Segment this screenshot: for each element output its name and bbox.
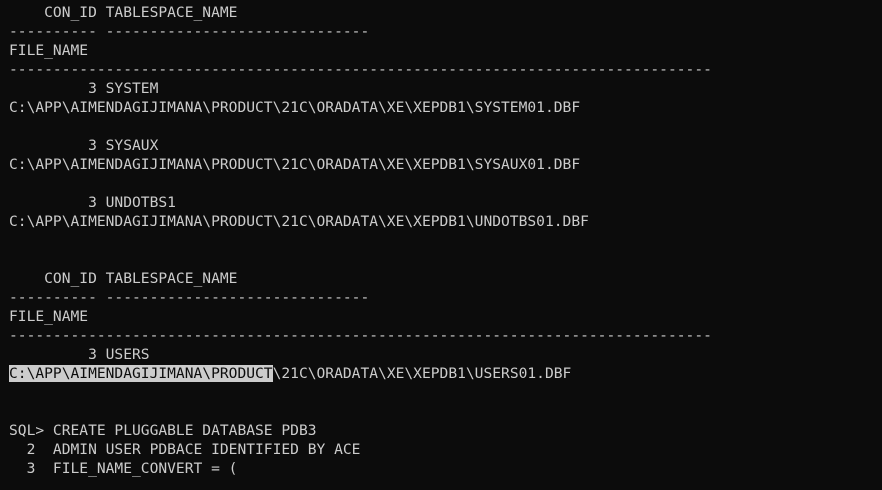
terminal-output[interactable]: CON_ID TABLESPACE_NAME ---------- ------… bbox=[0, 0, 882, 490]
column-header-con-id-tablespace: CON_ID TABLESPACE_NAME bbox=[9, 270, 238, 287]
sql-continuation-line: 2 ADMIN USER PDBACE IDENTIFIED BY ACE bbox=[9, 441, 361, 458]
file-name-remainder: \21C\ORADATA\XE\XEPDB1\USERS01.DBF bbox=[272, 365, 572, 382]
column-header-con-id-tablespace: CON_ID TABLESPACE_NAME bbox=[9, 4, 238, 21]
result-row-tablespace: 3 UNDOTBS1 bbox=[9, 194, 176, 211]
result-row-tablespace: 3 SYSTEM bbox=[9, 80, 159, 97]
column-header-file-name: FILE_NAME bbox=[9, 308, 89, 325]
text-selection[interactable]: C:\APP\AIMENDAGIJIMANA\PRODUCT bbox=[9, 365, 273, 382]
result-row-file-name: C:\APP\AIMENDAGIJIMANA\PRODUCT\21C\ORADA… bbox=[9, 213, 589, 230]
result-row-tablespace: 3 USERS bbox=[9, 346, 150, 363]
sql-prompt-line: SQL> CREATE PLUGGABLE DATABASE PDB3 bbox=[9, 422, 317, 439]
column-separator: ---------- -----------------------------… bbox=[9, 23, 370, 40]
column-separator: ----------------------------------------… bbox=[9, 327, 712, 344]
column-separator: ----------------------------------------… bbox=[9, 61, 712, 78]
result-row-tablespace: 3 SYSAUX bbox=[9, 137, 159, 154]
result-row-file-name: C:\APP\AIMENDAGIJIMANA\PRODUCT\21C\ORADA… bbox=[9, 156, 581, 173]
column-separator: ---------- -----------------------------… bbox=[9, 289, 370, 306]
result-row-file-name: C:\APP\AIMENDAGIJIMANA\PRODUCT\21C\ORADA… bbox=[9, 364, 882, 383]
result-row-file-name: C:\APP\AIMENDAGIJIMANA\PRODUCT\21C\ORADA… bbox=[9, 99, 581, 116]
column-header-file-name: FILE_NAME bbox=[9, 42, 89, 59]
sql-continuation-line: 3 FILE_NAME_CONVERT = ( bbox=[9, 460, 238, 477]
